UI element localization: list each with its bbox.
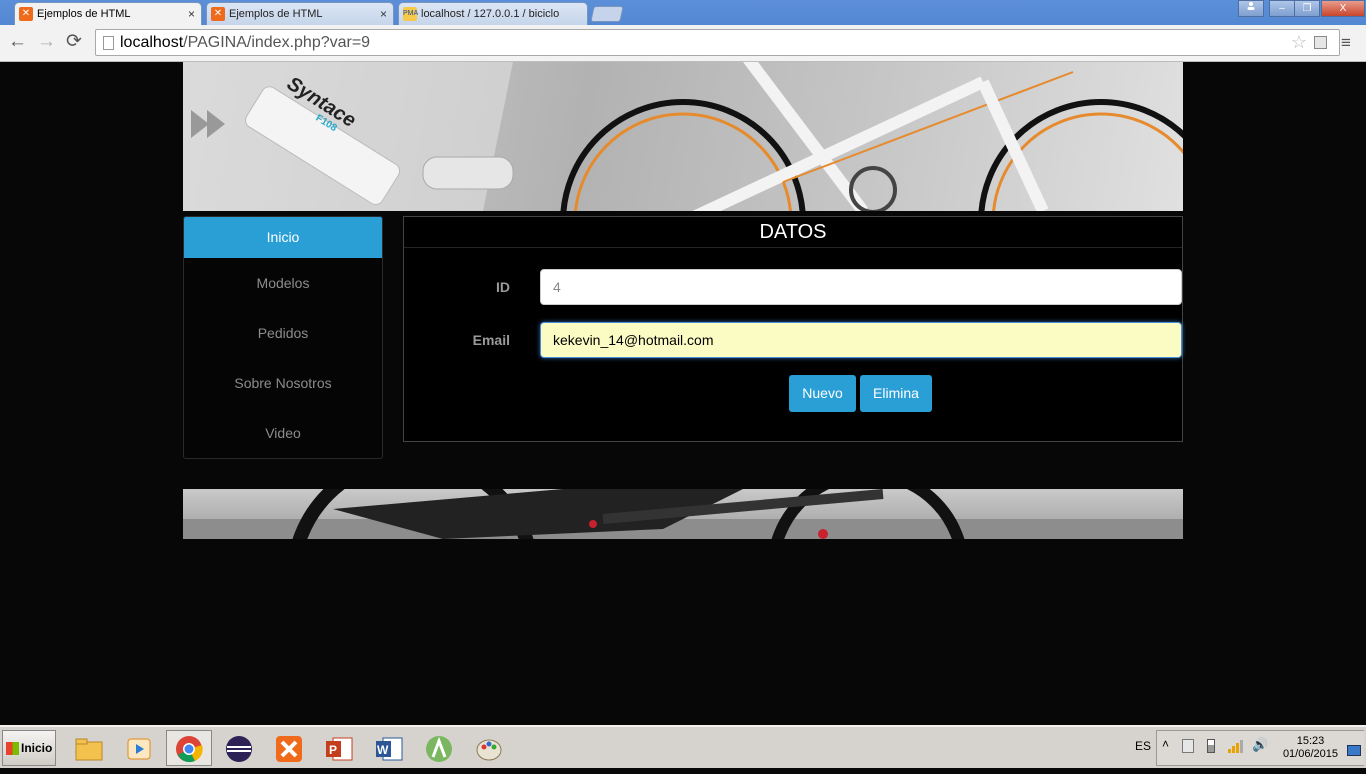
- system-tray: ˄ 🔊 15:23 01/06/2015: [1156, 730, 1364, 766]
- eclipse-icon[interactable]: [216, 730, 262, 766]
- browser-tab-active[interactable]: ✕ Ejemplos de HTML ×: [14, 2, 202, 26]
- minimize-button[interactable]: –: [1269, 0, 1295, 17]
- nuevo-button[interactable]: Nuevo: [789, 375, 856, 412]
- sidebar-item-sobre-nosotros[interactable]: Sobre Nosotros: [184, 358, 382, 408]
- new-tab-button[interactable]: [590, 6, 624, 22]
- browser-tab[interactable]: PMA localhost / 127.0.0.1 / biciclo: [398, 2, 588, 26]
- email-label: Email: [472, 332, 510, 348]
- user-profile-icon[interactable]: [1238, 0, 1264, 17]
- sidebar-nav: Inicio Modelos Pedidos Sobre Nosotros Vi…: [183, 216, 383, 459]
- chevron-up-icon[interactable]: ˄: [1162, 737, 1169, 751]
- language-indicator[interactable]: ES: [1135, 739, 1151, 753]
- panel-title: DATOS: [404, 217, 1182, 248]
- xampp-icon[interactable]: [266, 730, 312, 766]
- browser-tab[interactable]: ✕ Ejemplos de HTML ×: [206, 2, 394, 26]
- reload-button[interactable]: ⟳: [66, 32, 82, 52]
- bookmark-star-icon[interactable]: ☆: [1291, 30, 1307, 55]
- xampp-icon: ✕: [19, 7, 33, 21]
- extension-icon[interactable]: [1314, 36, 1327, 49]
- tab-close-icon[interactable]: ×: [380, 3, 387, 25]
- chrome-icon[interactable]: [166, 730, 212, 766]
- header-banner-image: Syntace F108: [183, 62, 1183, 211]
- windows-taskbar: Inicio P W ES ˄ 🔊 15:23 01/06/2015: [0, 725, 1366, 768]
- word-icon[interactable]: W: [366, 730, 412, 766]
- tab-title: Ejemplos de HTML: [37, 8, 131, 20]
- media-player-icon[interactable]: [116, 730, 162, 766]
- phpmyadmin-icon: PMA: [403, 7, 418, 21]
- sidebar-item-video[interactable]: Video: [184, 408, 382, 458]
- close-window-button[interactable]: X: [1321, 0, 1365, 17]
- elimina-button[interactable]: Elimina: [860, 375, 932, 412]
- restore-button[interactable]: ❐: [1294, 0, 1320, 17]
- svg-text:P: P: [329, 743, 337, 757]
- id-label: ID: [496, 279, 510, 295]
- clock[interactable]: 15:23 01/06/2015: [1283, 735, 1338, 761]
- show-desktop-icon[interactable]: [1347, 745, 1361, 756]
- id-field[interactable]: 4: [540, 269, 1182, 305]
- page-icon: [103, 36, 114, 50]
- xampp-icon: ✕: [211, 7, 225, 21]
- address-bar[interactable]: localhost/PAGINA/index.php?var=9 ☆: [95, 29, 1340, 56]
- tab-title: Ejemplos de HTML: [229, 8, 323, 20]
- svg-text:W: W: [377, 743, 389, 757]
- datos-panel: DATOS ID 4 Email kekevin_14@hotmail.com …: [403, 216, 1183, 442]
- file-explorer-icon[interactable]: [66, 730, 112, 766]
- sidebar-item-pedidos[interactable]: Pedidos: [184, 308, 382, 358]
- url-path: /PAGINA/index.php?var=9: [183, 34, 371, 51]
- volume-icon[interactable]: 🔊: [1252, 737, 1268, 753]
- browser-menu-icon[interactable]: ≡: [1341, 33, 1351, 53]
- start-label: Inicio: [21, 741, 53, 755]
- battery-icon[interactable]: [1207, 739, 1215, 753]
- tab-close-icon[interactable]: ×: [188, 3, 195, 25]
- android-studio-icon[interactable]: [416, 730, 462, 766]
- sidebar-item-modelos[interactable]: Modelos: [184, 258, 382, 308]
- clock-time: 15:23: [1296, 735, 1325, 747]
- powerpoint-icon[interactable]: P: [316, 730, 362, 766]
- url-host: localhost: [120, 34, 184, 51]
- forward-button[interactable]: →: [37, 32, 56, 52]
- footer-bike-image: [183, 489, 1183, 539]
- action-center-flag-icon[interactable]: [1182, 739, 1194, 753]
- back-button[interactable]: ←: [8, 32, 27, 52]
- browser-chrome: ✕ Ejemplos de HTML × ✕ Ejemplos de HTML …: [0, 0, 1366, 62]
- network-signal-icon[interactable]: [1227, 739, 1243, 758]
- tab-title: localhost / 127.0.0.1 / biciclo: [421, 8, 560, 20]
- paint-icon[interactable]: [466, 730, 512, 766]
- start-button[interactable]: Inicio: [2, 730, 56, 766]
- clock-date: 01/06/2015: [1282, 748, 1338, 760]
- email-field[interactable]: kekevin_14@hotmail.com: [540, 322, 1182, 358]
- browser-toolbar: ← → ⟳ localhost/PAGINA/index.php?var=9 ☆…: [0, 25, 1366, 62]
- windows-flag-icon: [6, 742, 19, 755]
- sidebar-item-inicio[interactable]: Inicio: [184, 217, 382, 258]
